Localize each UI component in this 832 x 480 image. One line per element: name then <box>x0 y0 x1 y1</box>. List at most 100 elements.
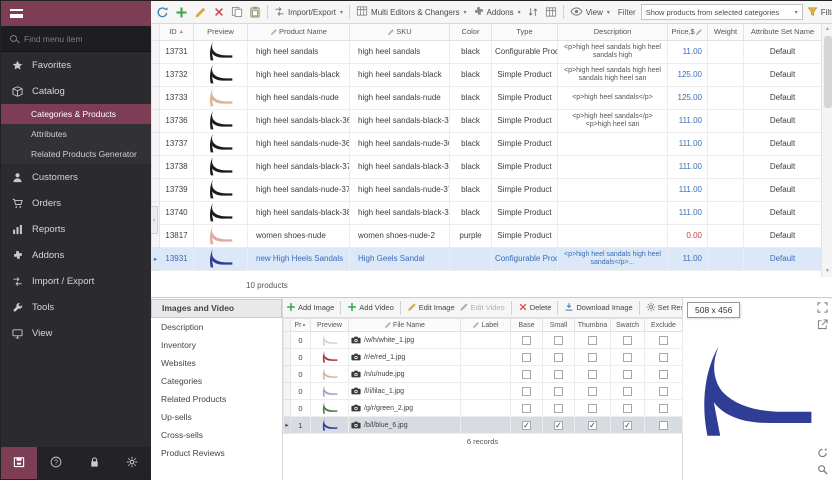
checkbox[interactable] <box>659 370 668 379</box>
tab-cross-sells[interactable]: Cross-sells <box>151 426 282 444</box>
product-color[interactable]: purple <box>450 224 492 247</box>
product-price[interactable]: 111.00 <box>668 132 708 155</box>
product-attribute-set[interactable]: Default <box>744 63 822 86</box>
media-label[interactable] <box>461 366 511 383</box>
row-marker[interactable] <box>284 383 291 400</box>
product-preview[interactable] <box>194 224 248 247</box>
thumbnail-checkbox[interactable] <box>575 383 611 400</box>
product-row-13739[interactable]: 13739high heel sandals-nude-37high heel … <box>152 178 822 201</box>
product-weight[interactable] <box>708 178 744 201</box>
product-description[interactable] <box>558 178 668 201</box>
multi-editors-menu[interactable]: Multi Editors & Changers ▾ <box>354 3 469 21</box>
addons-menu[interactable]: Addons ▾ <box>471 4 523 21</box>
product-preview[interactable] <box>194 201 248 224</box>
product-row-13736[interactable]: 13736high heel sandals-black-36high heel… <box>152 109 822 132</box>
product-color[interactable]: black <box>450 178 492 201</box>
product-sku[interactable]: high heel sandals-nude-36 <box>350 132 450 155</box>
col-priority[interactable]: Pr▲ <box>291 319 311 332</box>
media-row-b-l-blue-6-jpg[interactable]: ▸1/b/l/blue_6.jpg✓✓✓✓ <box>284 417 683 434</box>
sidebar-item-view[interactable]: View <box>1 320 151 346</box>
product-price[interactable]: 11.00 <box>668 40 708 63</box>
sidebar-item-categories-products[interactable]: Categories & Products <box>1 104 151 124</box>
col-description[interactable]: Description <box>558 24 668 40</box>
product-preview[interactable] <box>194 178 248 201</box>
base-checkbox[interactable] <box>511 332 543 349</box>
zoom-button[interactable] <box>815 463 830 478</box>
product-name[interactable]: high heel sandals-nude-36 <box>248 132 350 155</box>
product-price[interactable]: 0.00 <box>668 224 708 247</box>
product-preview[interactable] <box>194 155 248 178</box>
fullscreen-button[interactable] <box>815 301 830 316</box>
col-thumbnail[interactable]: Thumbna <box>575 319 611 332</box>
media-preview[interactable] <box>311 400 349 417</box>
product-color[interactable] <box>450 247 492 270</box>
checkbox[interactable]: ✓ <box>522 421 531 430</box>
product-attribute-set[interactable]: Default <box>744 155 822 178</box>
row-marker[interactable]: ▸ <box>284 417 291 434</box>
product-weight[interactable] <box>708 247 744 270</box>
view-menu[interactable]: View ▾ <box>568 3 612 22</box>
exclude-checkbox[interactable] <box>645 417 683 434</box>
product-price[interactable]: 125.00 <box>668 63 708 86</box>
vertical-scrollbar[interactable]: ▲ ▼ <box>821 24 832 277</box>
product-price[interactable]: 11.00 <box>668 247 708 270</box>
tab-inventory[interactable]: Inventory <box>151 336 282 354</box>
sidebar-item-tools[interactable]: Tools <box>1 294 151 320</box>
product-price[interactable]: 125.00 <box>668 86 708 109</box>
base-checkbox[interactable] <box>511 349 543 366</box>
copy-button[interactable] <box>229 4 245 20</box>
row-marker[interactable] <box>152 178 160 201</box>
product-color[interactable]: black <box>450 40 492 63</box>
product-weight[interactable] <box>708 40 744 63</box>
tab-product-reviews[interactable]: Product Reviews <box>151 444 282 462</box>
product-attribute-set[interactable]: Default <box>744 86 822 109</box>
checkbox[interactable] <box>554 404 563 413</box>
media-row-r-e-red-1-jpg[interactable]: 0/r/e/red_1.jpg <box>284 349 683 366</box>
open-external-button[interactable] <box>815 318 830 333</box>
row-marker[interactable] <box>152 40 160 63</box>
media-label[interactable] <box>461 400 511 417</box>
set-resize-rule-button[interactable]: Set Resize Rule▾ <box>646 302 682 314</box>
product-color[interactable]: black <box>450 63 492 86</box>
col-label[interactable]: Label <box>461 319 511 332</box>
exclude-checkbox[interactable] <box>645 349 683 366</box>
product-row-13731[interactable]: 13731high heel sandalshigh heel sandalsb… <box>152 40 822 63</box>
checkbox[interactable] <box>588 370 597 379</box>
product-sku[interactable]: high heel sandals <box>350 40 450 63</box>
scroll-thumb[interactable] <box>824 36 832 108</box>
product-row-13740[interactable]: 13740high heel sandals-black-38high heel… <box>152 201 822 224</box>
checkbox[interactable] <box>554 387 563 396</box>
product-id[interactable]: 13737 <box>160 132 194 155</box>
product-sku[interactable]: high heel sandals-black-36 <box>350 109 450 132</box>
product-preview[interactable] <box>194 109 248 132</box>
checkbox[interactable] <box>623 370 632 379</box>
checkbox[interactable] <box>623 387 632 396</box>
product-row-13733[interactable]: 13733high heel sandals-nudehigh heel san… <box>152 86 822 109</box>
row-marker[interactable] <box>284 366 291 383</box>
exclude-checkbox[interactable] <box>645 332 683 349</box>
checkbox[interactable] <box>659 353 668 362</box>
product-description[interactable] <box>558 155 668 178</box>
checkbox[interactable] <box>623 404 632 413</box>
product-row-13732[interactable]: 13732high heel sandals-blackhigh heel sa… <box>152 63 822 86</box>
product-description[interactable] <box>558 201 668 224</box>
col-type[interactable]: Type <box>492 24 558 40</box>
product-id[interactable]: 13740 <box>160 201 194 224</box>
row-marker[interactable]: ▸ <box>152 247 160 270</box>
download-image-button[interactable]: Download Image <box>564 302 632 314</box>
product-type[interactable]: Simple Product <box>492 224 558 247</box>
col-attribute-set-name[interactable]: Attribute Set Name <box>744 24 822 40</box>
checkbox[interactable] <box>522 370 531 379</box>
product-weight[interactable] <box>708 201 744 224</box>
checkbox[interactable] <box>623 353 632 362</box>
scroll-down-icon[interactable]: ▼ <box>822 266 832 277</box>
col-base[interactable]: Base <box>511 319 543 332</box>
scroll-up-icon[interactable]: ▲ <box>822 24 832 35</box>
tab-up-sells[interactable]: Up-sells <box>151 408 282 426</box>
col-id[interactable]: ID ▲ <box>160 24 194 40</box>
media-priority[interactable]: 1 <box>291 417 311 434</box>
product-id[interactable]: 13733 <box>160 86 194 109</box>
lock-button[interactable] <box>75 447 113 479</box>
checkbox[interactable] <box>554 370 563 379</box>
base-checkbox[interactable] <box>511 383 543 400</box>
